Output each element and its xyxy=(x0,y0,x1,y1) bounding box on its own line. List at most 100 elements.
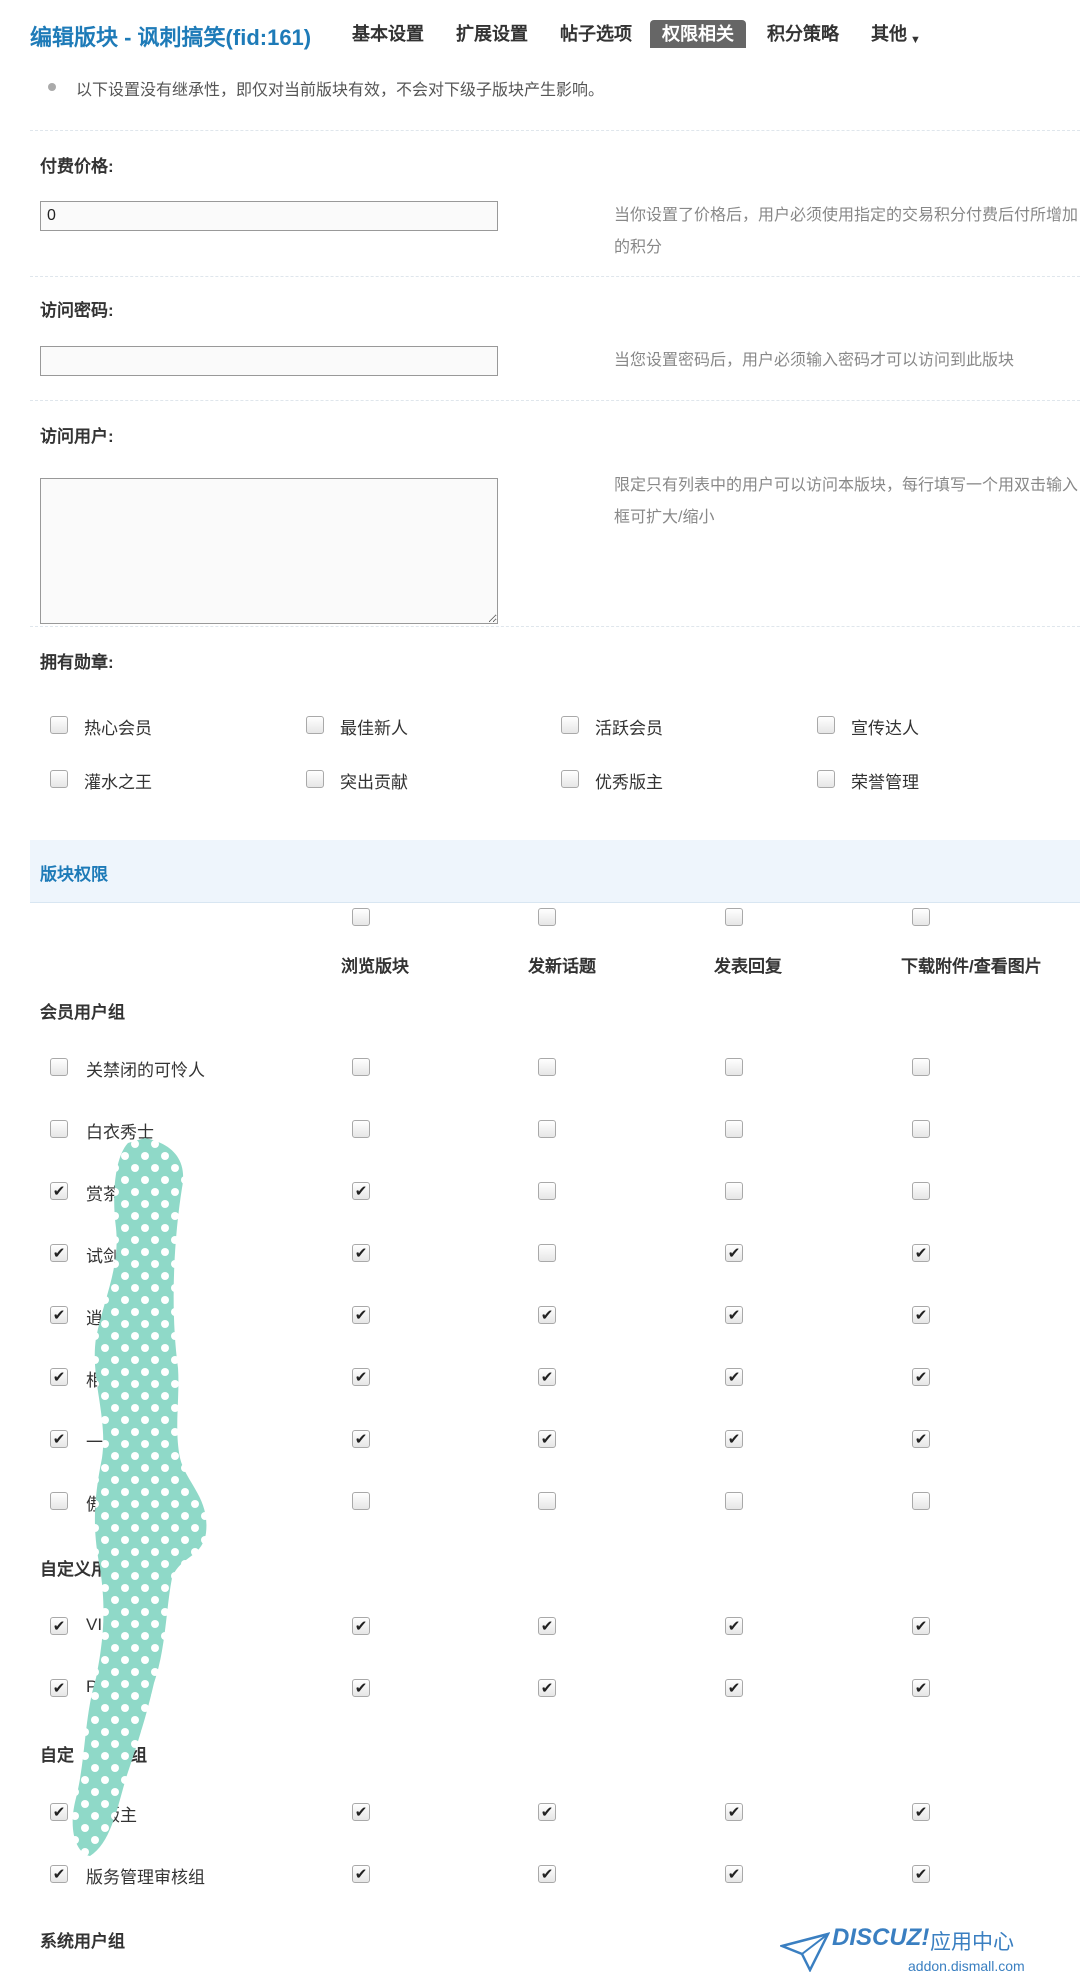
column-select-all-checkbox[interactable] xyxy=(538,908,556,926)
column-header: 浏览版块 xyxy=(341,957,409,976)
paper-plane-icon xyxy=(780,1932,830,1972)
permission-checkbox[interactable]: ✔ xyxy=(912,1865,930,1883)
permission-checkbox[interactable]: ✔ xyxy=(912,1244,930,1262)
permission-checkbox[interactable]: ✔ xyxy=(538,1803,556,1821)
permission-checkbox[interactable]: ✔ xyxy=(725,1865,743,1883)
medal-checkbox[interactable] xyxy=(817,716,835,734)
top-tab-bar: 编辑版块 - 讽刺搞笑(fid:161) 基本设置 扩展设置 帖子选项 权限相关… xyxy=(0,0,1080,68)
row-select-all-checkbox[interactable]: ✔ xyxy=(50,1679,68,1697)
permission-checkbox[interactable] xyxy=(725,1120,743,1138)
usergroup-name: 版务管理审核组 xyxy=(86,1868,205,1887)
permission-checkbox[interactable]: ✔ xyxy=(538,1306,556,1324)
watermark-subtitle: 应用中心 xyxy=(930,1931,1014,1954)
permission-checkbox[interactable] xyxy=(538,1492,556,1510)
permission-checkbox[interactable] xyxy=(912,1058,930,1076)
permission-checkbox[interactable] xyxy=(725,1492,743,1510)
row-select-all-checkbox[interactable] xyxy=(50,1492,68,1510)
medal-checkbox[interactable] xyxy=(306,716,324,734)
permission-checkbox[interactable]: ✔ xyxy=(352,1679,370,1697)
users-textarea[interactable] xyxy=(40,478,498,624)
group-title: 系统用户组 xyxy=(40,1932,125,1951)
notice-text: 以下设置没有继承性，即仅对当前版块有效，不会对下级子版块产生影响。 xyxy=(76,82,605,99)
permission-checkbox[interactable]: ✔ xyxy=(725,1803,743,1821)
medal-checkbox[interactable] xyxy=(306,770,324,788)
medal-label: 突出贡献 xyxy=(340,773,408,792)
permission-checkbox[interactable] xyxy=(352,1492,370,1510)
medal-label: 活跃会员 xyxy=(595,719,663,738)
permission-checkbox[interactable] xyxy=(725,1058,743,1076)
permission-checkbox[interactable]: ✔ xyxy=(352,1617,370,1635)
permission-checkbox[interactable]: ✔ xyxy=(912,1803,930,1821)
permission-checkbox[interactable] xyxy=(538,1244,556,1262)
permission-checkbox[interactable] xyxy=(352,1058,370,1076)
section-header: 版块权限 xyxy=(30,840,1080,903)
permission-checkbox[interactable] xyxy=(538,1058,556,1076)
permission-checkbox[interactable]: ✔ xyxy=(912,1679,930,1697)
permission-checkbox[interactable]: ✔ xyxy=(538,1430,556,1448)
tab-permissions[interactable]: 权限相关 xyxy=(650,20,746,48)
row-select-all-checkbox[interactable]: ✔ xyxy=(50,1617,68,1635)
permission-checkbox[interactable] xyxy=(352,1120,370,1138)
permission-checkbox[interactable]: ✔ xyxy=(538,1865,556,1883)
permission-checkbox[interactable] xyxy=(912,1492,930,1510)
price-label: 付费价格: xyxy=(40,157,114,176)
bullet-icon xyxy=(48,83,56,91)
column-select-all-checkbox[interactable] xyxy=(725,908,743,926)
medal-checkbox[interactable] xyxy=(561,770,579,788)
permission-checkbox[interactable]: ✔ xyxy=(352,1865,370,1883)
column-select-all-checkbox[interactable] xyxy=(352,908,370,926)
password-input[interactable] xyxy=(40,346,498,376)
medal-label: 荣誉管理 xyxy=(851,773,919,792)
redaction-scribble xyxy=(72,1138,207,1856)
medal-checkbox[interactable] xyxy=(50,770,68,788)
permission-checkbox[interactable]: ✔ xyxy=(352,1368,370,1386)
permission-checkbox[interactable] xyxy=(538,1120,556,1138)
row-select-all-checkbox[interactable] xyxy=(50,1058,68,1076)
row-select-all-checkbox[interactable]: ✔ xyxy=(50,1182,68,1200)
column-select-all-checkbox[interactable] xyxy=(912,908,930,926)
permission-checkbox[interactable]: ✔ xyxy=(538,1617,556,1635)
permission-checkbox[interactable]: ✔ xyxy=(725,1617,743,1635)
permission-checkbox[interactable]: ✔ xyxy=(352,1182,370,1200)
permission-checkbox[interactable]: ✔ xyxy=(912,1617,930,1635)
row-select-all-checkbox[interactable]: ✔ xyxy=(50,1803,68,1821)
tab-credit-policy[interactable]: 积分策略 xyxy=(767,20,839,48)
row-select-all-checkbox[interactable]: ✔ xyxy=(50,1368,68,1386)
permission-checkbox[interactable]: ✔ xyxy=(912,1368,930,1386)
permission-checkbox[interactable] xyxy=(912,1182,930,1200)
row-select-all-checkbox[interactable]: ✔ xyxy=(50,1430,68,1448)
permission-checkbox[interactable]: ✔ xyxy=(912,1306,930,1324)
row-select-all-checkbox[interactable] xyxy=(50,1120,68,1138)
row-select-all-checkbox[interactable]: ✔ xyxy=(50,1306,68,1324)
tab-other[interactable]: 其他 ▼ xyxy=(871,20,921,48)
tab-post-options[interactable]: 帖子选项 xyxy=(560,20,632,48)
permission-checkbox[interactable]: ✔ xyxy=(912,1430,930,1448)
password-tip: 当您设置密码后，用户必须输入密码才可以访问到此版块 xyxy=(614,352,1015,369)
permission-checkbox[interactable]: ✔ xyxy=(538,1679,556,1697)
column-header: 发新话题 xyxy=(528,957,596,976)
permission-checkbox[interactable]: ✔ xyxy=(352,1306,370,1324)
permission-checkbox[interactable]: ✔ xyxy=(352,1244,370,1262)
price-tip: 当你设置了价格后，用户必须使用指定的交易积分付费后付所增加的积分 xyxy=(614,207,1079,256)
medal-checkbox[interactable] xyxy=(561,716,579,734)
permission-checkbox[interactable]: ✔ xyxy=(725,1430,743,1448)
permission-checkbox[interactable]: ✔ xyxy=(725,1368,743,1386)
tab-other-label: 其他 xyxy=(871,24,907,44)
row-select-all-checkbox[interactable]: ✔ xyxy=(50,1865,68,1883)
price-input[interactable] xyxy=(40,201,498,231)
row-select-all-checkbox[interactable]: ✔ xyxy=(50,1244,68,1262)
permission-checkbox[interactable]: ✔ xyxy=(352,1430,370,1448)
permission-checkbox[interactable]: ✔ xyxy=(725,1679,743,1697)
medal-checkbox[interactable] xyxy=(50,716,68,734)
tab-extended-settings[interactable]: 扩展设置 xyxy=(456,20,528,48)
permission-checkbox[interactable] xyxy=(725,1182,743,1200)
permission-checkbox[interactable] xyxy=(912,1120,930,1138)
medal-checkbox[interactable] xyxy=(817,770,835,788)
medal-label: 宣传达人 xyxy=(851,719,919,738)
permission-checkbox[interactable]: ✔ xyxy=(725,1244,743,1262)
tab-basic-settings[interactable]: 基本设置 xyxy=(352,20,424,48)
permission-checkbox[interactable]: ✔ xyxy=(538,1368,556,1386)
permission-checkbox[interactable]: ✔ xyxy=(725,1306,743,1324)
permission-checkbox[interactable] xyxy=(538,1182,556,1200)
permission-checkbox[interactable]: ✔ xyxy=(352,1803,370,1821)
